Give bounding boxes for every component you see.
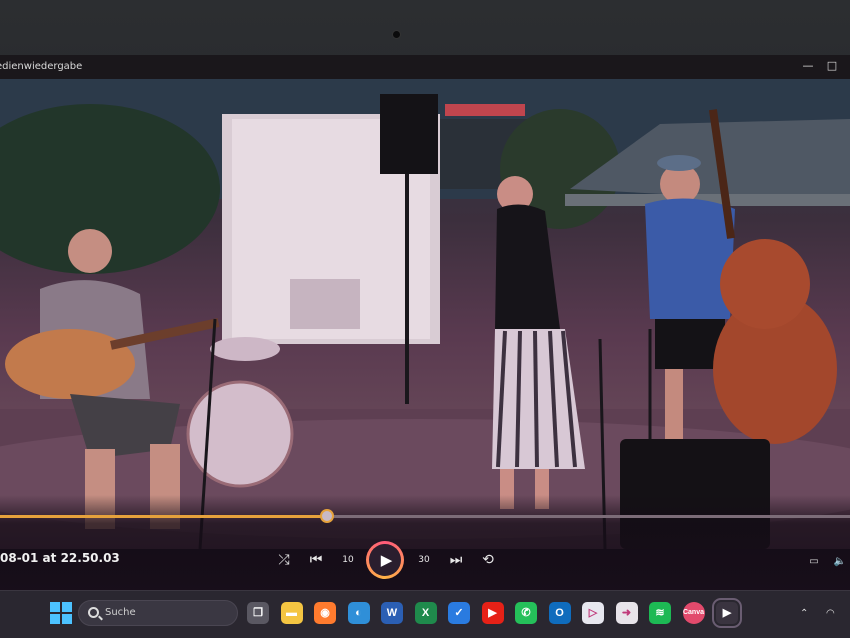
- canva-icon[interactable]: Canva: [682, 602, 705, 624]
- media-store-icon[interactable]: ▷: [582, 602, 604, 624]
- seek-progress: [0, 515, 328, 518]
- miniplayer-button[interactable]: ▭: [806, 555, 822, 569]
- media-player-icon[interactable]: ▶: [712, 598, 742, 628]
- youtube-icon[interactable]: ▶: [481, 602, 504, 624]
- windows-logo-icon: [50, 602, 60, 612]
- outlook-check-icon[interactable]: ✓: [448, 602, 470, 624]
- minimize-button[interactable]: —: [800, 59, 816, 73]
- whatsapp-icon[interactable]: ✆: [515, 602, 537, 624]
- outlook-icon[interactable]: O: [548, 602, 571, 624]
- concert-scene: [0, 79, 850, 549]
- start-button[interactable]: [50, 602, 72, 624]
- forward-app-icon[interactable]: ➜: [615, 602, 638, 624]
- windows-logo-tile: [62, 614, 72, 624]
- player-controls: 08-01 at 22.50.03 ⤮ ⏮ 10 ▶ 30 ⏭ ⟲ ▭ 🔈: [0, 495, 850, 590]
- file-explorer-icon[interactable]: ▬: [280, 602, 303, 624]
- play-icon: ▶: [369, 544, 401, 576]
- wifi-icon[interactable]: ◠: [826, 607, 835, 621]
- next-button[interactable]: ⏭: [443, 547, 469, 573]
- search-box[interactable]: Suche: [78, 600, 238, 626]
- maximize-button[interactable]: □: [824, 59, 840, 73]
- rewind-10-button[interactable]: 10: [335, 547, 361, 573]
- search-placeholder: Suche: [105, 607, 136, 618]
- firefox-icon[interactable]: ◉: [314, 602, 336, 624]
- volume-button[interactable]: 🔈: [832, 555, 848, 569]
- spotify-icon[interactable]: ≋: [649, 602, 671, 624]
- shuffle-button[interactable]: ⤮: [271, 547, 297, 573]
- window-titlebar[interactable]: edienwiedergabe — □: [0, 55, 850, 79]
- excel-icon[interactable]: X: [414, 602, 437, 624]
- windows-logo-tile: [62, 602, 72, 612]
- edge-icon[interactable]: ◐: [347, 602, 370, 624]
- seek-thumb[interactable]: [320, 509, 335, 523]
- taskbar: Suche ❐ ▬ ◉ ◐ W X ✓ ▶ ✆ O ▷ ➜ ≋ Canva ▶ ⌃ ◠: [0, 590, 850, 638]
- play-button[interactable]: ▶: [366, 541, 404, 579]
- webcam: [392, 30, 401, 39]
- search-icon: [88, 607, 99, 618]
- windows-logo-tile: [50, 614, 60, 624]
- repeat-button[interactable]: ⟲: [475, 547, 501, 573]
- word-icon[interactable]: W: [381, 602, 403, 624]
- seek-bar[interactable]: [0, 509, 850, 523]
- forward-30-button[interactable]: 30: [411, 547, 437, 573]
- media-filename: 08-01 at 22.50.03: [0, 551, 120, 565]
- tray-overflow-icon[interactable]: ⌃: [800, 607, 808, 621]
- previous-button[interactable]: ⏮: [303, 547, 329, 573]
- screen: edienwiedergabe — □ 08-01 at 22.50.03 ⤮ …: [0, 55, 850, 638]
- window-title: edienwiedergabe: [0, 61, 83, 72]
- video-frame[interactable]: [0, 79, 850, 549]
- task-view-icon[interactable]: ❐: [247, 602, 269, 624]
